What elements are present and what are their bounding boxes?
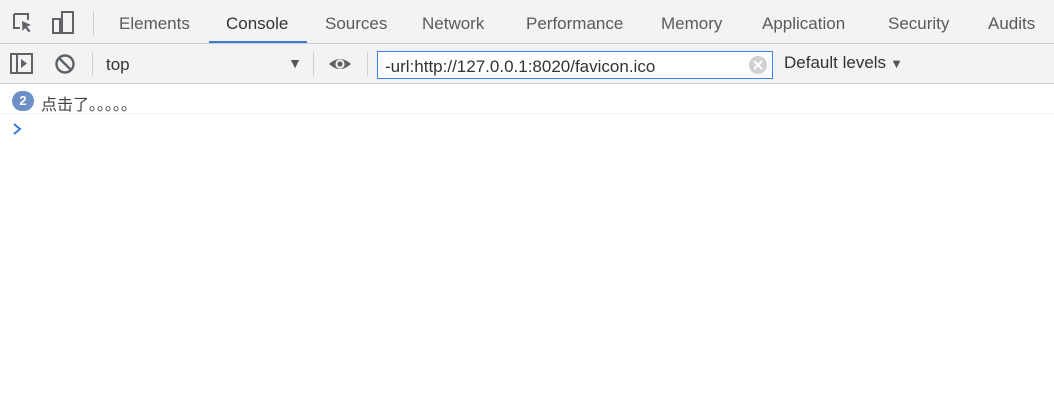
selected-tab-indicator	[209, 41, 307, 43]
tab-security[interactable]: Security	[888, 0, 949, 44]
dropdown-arrow-icon: ▼	[890, 56, 903, 71]
device-toolbar-icon[interactable]	[51, 11, 75, 35]
console-toolbar: top ▼ -url:http://127.0.0.1:8020/favicon…	[0, 44, 1054, 84]
log-levels-dropdown[interactable]: Default levels ▼	[784, 53, 903, 73]
toolbar-divider	[313, 52, 314, 76]
console-message: 2 点击了。。。。。	[0, 85, 1054, 114]
tab-performance[interactable]: Performance	[526, 0, 623, 44]
repeat-count-badge: 2	[12, 91, 34, 111]
toolbar-divider	[367, 52, 368, 76]
filter-value: -url:http://127.0.0.1:8020/favicon.ico	[385, 57, 656, 76]
toolbar-divider	[93, 11, 94, 35]
tab-network[interactable]: Network	[422, 0, 484, 44]
tab-memory[interactable]: Memory	[661, 0, 722, 44]
toolbar-divider	[92, 52, 93, 76]
clear-console-icon[interactable]	[52, 51, 78, 77]
dropdown-arrow-icon: ▼	[288, 55, 302, 71]
clear-filter-icon[interactable]	[748, 55, 768, 75]
show-sidebar-icon[interactable]	[9, 51, 35, 77]
tab-elements[interactable]: Elements	[119, 0, 190, 44]
context-selector[interactable]: top ▼	[106, 53, 302, 75]
tab-console[interactable]: Console	[226, 0, 288, 44]
console-message-text[interactable]: 点击了。。。。。	[41, 91, 137, 115]
devtools-tab-bar: Elements Console Sources Network Perform…	[0, 0, 1054, 44]
tab-application[interactable]: Application	[762, 0, 845, 44]
log-levels-label: Default levels	[784, 53, 887, 72]
live-expression-icon[interactable]	[327, 51, 353, 77]
inspect-element-icon[interactable]	[11, 11, 35, 35]
tab-audits[interactable]: Audits	[988, 0, 1035, 44]
console-prompt-icon[interactable]	[12, 122, 24, 136]
tab-sources[interactable]: Sources	[325, 0, 387, 44]
console-filter-input[interactable]: -url:http://127.0.0.1:8020/favicon.ico	[377, 51, 773, 79]
context-value: top	[106, 55, 130, 74]
